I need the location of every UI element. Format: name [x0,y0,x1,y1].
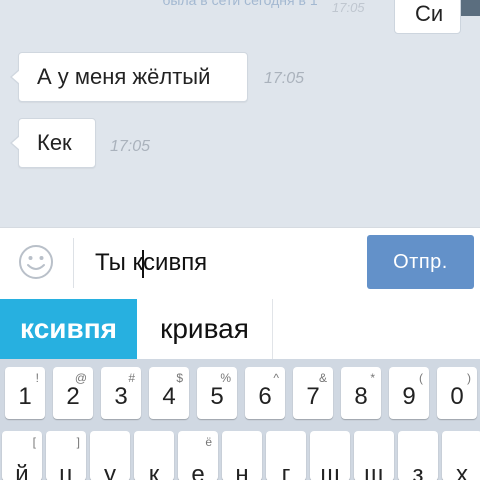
key-letter[interactable]: ] ц [46,431,86,480]
key-label: 3 [114,383,128,410]
key-label: ц [59,461,73,480]
key-7[interactable]: & 7 [293,367,333,419]
key-label: й [15,461,29,480]
input-text-after-caret: сивпя [143,249,208,276]
key-1[interactable]: ! 1 [5,367,45,419]
key-label: е [191,461,205,480]
key-5[interactable]: % 5 [197,367,237,419]
key-label: н [235,461,249,480]
key-letter[interactable]: н [222,431,262,480]
message-input[interactable]: Ты ксивпя [95,246,355,280]
key-label: 2 [66,383,80,410]
send-button[interactable]: Отпр. [367,235,474,289]
suggestion-active[interactable]: ксивпя [0,299,137,359]
input-text-before-caret: Ты к [95,249,144,276]
key-letter[interactable]: [й [2,431,42,480]
key-4[interactable]: $4 [149,367,189,419]
message-text: А у меня жёлтый [37,64,211,89]
chat-area[interactable]: была в сети сегодня в 1 17:05 Си А у мен… [0,0,480,227]
divider [73,238,74,288]
message-time: 17:05 [110,138,151,155]
screen: была в сети сегодня в 1 17:05 Си А у мен… [0,0,480,480]
key-letter[interactable]: з [398,431,438,480]
key-letter[interactable]: х [442,431,480,480]
key-label: 4 [162,383,176,410]
key-label: г [281,461,291,480]
key-alt: ] [76,435,80,449]
key-label: х [456,461,468,480]
key-9[interactable]: (9 [389,367,429,419]
key-label: у [104,461,116,480]
message-text: Кек [37,130,72,155]
key-letter[interactable]: ш [310,431,350,480]
message-time: 17:05 [264,70,305,87]
key-label: 8 [354,383,368,410]
key-label: к [148,461,160,480]
key-label: 6 [258,383,272,410]
key-0[interactable]: ) 0 [437,367,477,419]
key-6[interactable]: ^ 6 [245,367,285,419]
key-label: 5 [210,383,224,410]
key-3[interactable]: #3 [101,367,141,419]
key-label: 1 [18,383,32,410]
key-label: 7 [306,383,320,410]
smiley-icon[interactable] [18,244,54,280]
message-time: 17:05 [332,0,365,15]
key-letter[interactable]: г [266,431,306,480]
key-2[interactable]: @2 [53,367,93,419]
key-label: 9 [402,383,416,410]
suggestion-item[interactable]: кривая [137,299,273,359]
key-letter[interactable]: к [134,431,174,480]
message-bubble[interactable]: А у меня жёлтый [10,52,248,102]
key-label: ш [320,461,340,480]
suggestion-bar: ксивпя кривая [0,299,480,359]
composer-bar: Ты ксивпя Отпр. [0,227,480,299]
key-label: щ [364,461,384,480]
key-label: з [412,461,424,480]
message-bubble[interactable]: Кек [10,118,96,168]
message-bubble[interactable]: Си [394,0,461,34]
key-alt: [ [32,435,36,449]
key-letter[interactable]: ёе [178,431,218,480]
key-letter[interactable]: щ [354,431,394,480]
key-alt: ё [205,435,212,449]
key-letter[interactable]: у [90,431,130,480]
key-label: 0 [450,383,464,410]
message-text: Си [415,1,444,26]
keyboard: ! 1 @2 #3 $4 % 5 ^ 6 & 7 * 8 (9 ) 0 [й ] ц у к … [0,359,480,480]
key-8[interactable]: * 8 [341,367,381,419]
